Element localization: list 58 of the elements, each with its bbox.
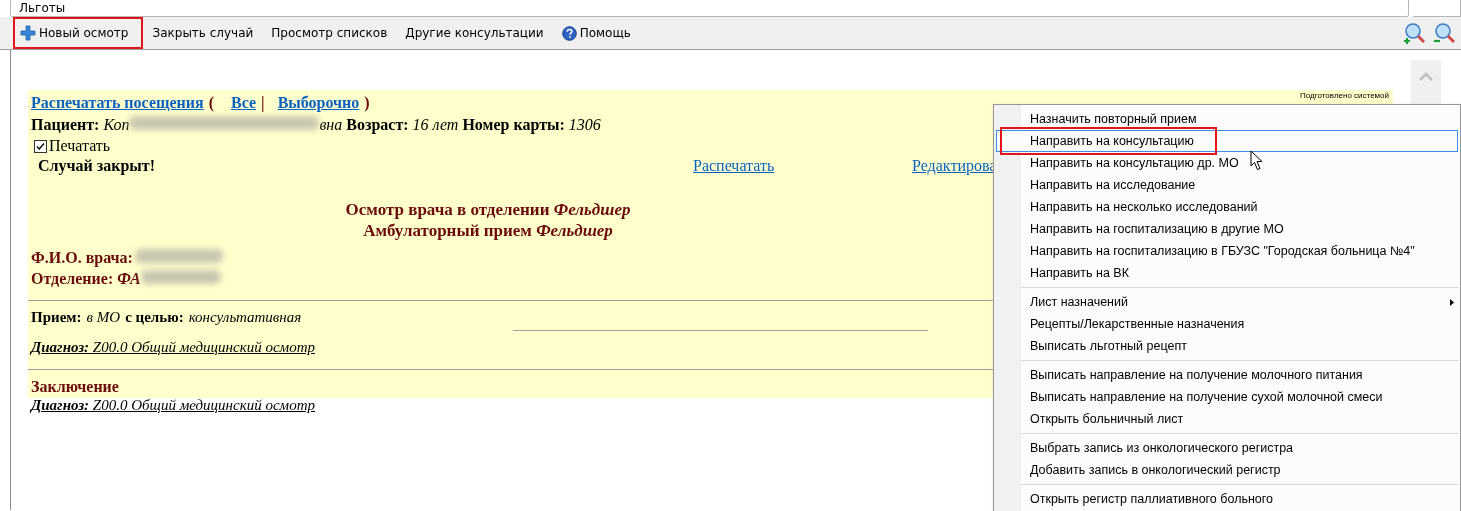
zoom-in-icon[interactable] xyxy=(1403,22,1425,44)
diagnosis-text: Диагноз: Z00.0 Общий медицинский осмотр xyxy=(31,397,316,414)
toolbar-button[interactable]: Закрыть случай xyxy=(144,18,262,48)
toolbar-button[interactable]: Помощь xyxy=(553,18,639,48)
mouse-cursor-icon xyxy=(1250,150,1264,171)
doctor-label: Ф.И.О. врача: xyxy=(31,249,133,267)
bracket-text: ( xyxy=(208,94,214,112)
menu-item[interactable]: Направить на исследование xyxy=(996,174,1458,196)
checkbox-label: Печатать xyxy=(49,137,111,155)
zoom-out-icon[interactable] xyxy=(1433,22,1455,44)
department-value: ФА xyxy=(117,270,141,288)
menu-item[interactable]: Назначить повторный прием xyxy=(996,108,1458,130)
menu-item[interactable]: Лист назначений xyxy=(996,291,1458,313)
toolbar-button[interactable]: Новый осмотр xyxy=(14,18,143,48)
plus-icon xyxy=(20,25,36,41)
menu-item[interactable]: Направить на несколько исследований xyxy=(996,196,1458,218)
submenu-arrow-icon xyxy=(1450,299,1454,306)
menu-item[interactable]: Направить на ВК xyxy=(996,262,1458,284)
credit-text: Подготовлено системой xyxy=(1300,91,1389,100)
conclusion-heading: Заключение xyxy=(31,378,119,396)
input-field[interactable] xyxy=(1413,0,1461,17)
menu-item[interactable]: Направить на госпитализацию в другие МО xyxy=(996,218,1458,240)
heading-text: Осмотр врача в отделении Фельдшер xyxy=(345,199,631,220)
menu-item[interactable]: Выписать направление на получение сухой молочной смеси xyxy=(996,386,1458,408)
all-link[interactable]: Все xyxy=(231,94,257,112)
separator-text: | xyxy=(261,94,265,112)
edit-link[interactable]: Редактирова xyxy=(912,157,997,175)
age-value: 16 лет xyxy=(412,116,459,134)
toolbar-button[interactable]: Просмотр списков xyxy=(263,18,396,48)
patient-label: Пациент: xyxy=(31,116,101,134)
menu-item[interactable]: Выписать направление на получение молочного питания xyxy=(996,364,1458,386)
checkbox[interactable] xyxy=(34,140,47,153)
diagnosis-text: Диагноз: Z00.0 Общий медицинский осмотр xyxy=(31,339,316,356)
menu-item[interactable]: Рецепты/Лекарственные назначения xyxy=(996,313,1458,335)
menu-item[interactable]: Открыть больничный лист xyxy=(996,408,1458,430)
department-label: Отделение: xyxy=(31,270,115,288)
menu-item[interactable]: Направить на госпитализацию в ГБУЗС "Городская больница №4" xyxy=(996,240,1458,262)
menu-item[interactable]: Добавить запись в онкологический регистр xyxy=(996,459,1458,481)
toolbar-button[interactable]: Другие консультации xyxy=(397,18,552,48)
menu-item[interactable]: Открыть регистр паллиативного больного xyxy=(996,488,1458,510)
window-title: Льготы xyxy=(19,1,66,16)
heading-text: Амбулаторный прием Фельдшер xyxy=(363,220,613,241)
age-label: Возраст: xyxy=(345,116,410,134)
card-number: 1306 xyxy=(568,116,601,134)
patient-name: Коп xyxy=(103,116,130,134)
selective-link[interactable]: Выборочно xyxy=(277,94,360,112)
bracket-text: ) xyxy=(364,94,370,112)
patient-name: вна xyxy=(319,116,343,134)
menu-item[interactable]: Выписать льготный рецепт xyxy=(996,335,1458,357)
print-link[interactable]: Распечатать xyxy=(693,157,912,175)
menu-item[interactable]: Выбрать запись из онкологического регистра xyxy=(996,437,1458,459)
menu-item[interactable]: Направить на консультацию др. МО xyxy=(996,152,1458,174)
card-label: Номер карты: xyxy=(461,116,566,134)
help-icon xyxy=(561,25,577,41)
status-text: Случай закрыт! xyxy=(38,157,156,175)
print-visits-link[interactable]: Распечатать посещения xyxy=(31,94,204,112)
reception-text: Прием: в МО с целью: консультативная xyxy=(30,309,302,327)
menu-item[interactable]: Направить на консультацию xyxy=(996,130,1458,152)
